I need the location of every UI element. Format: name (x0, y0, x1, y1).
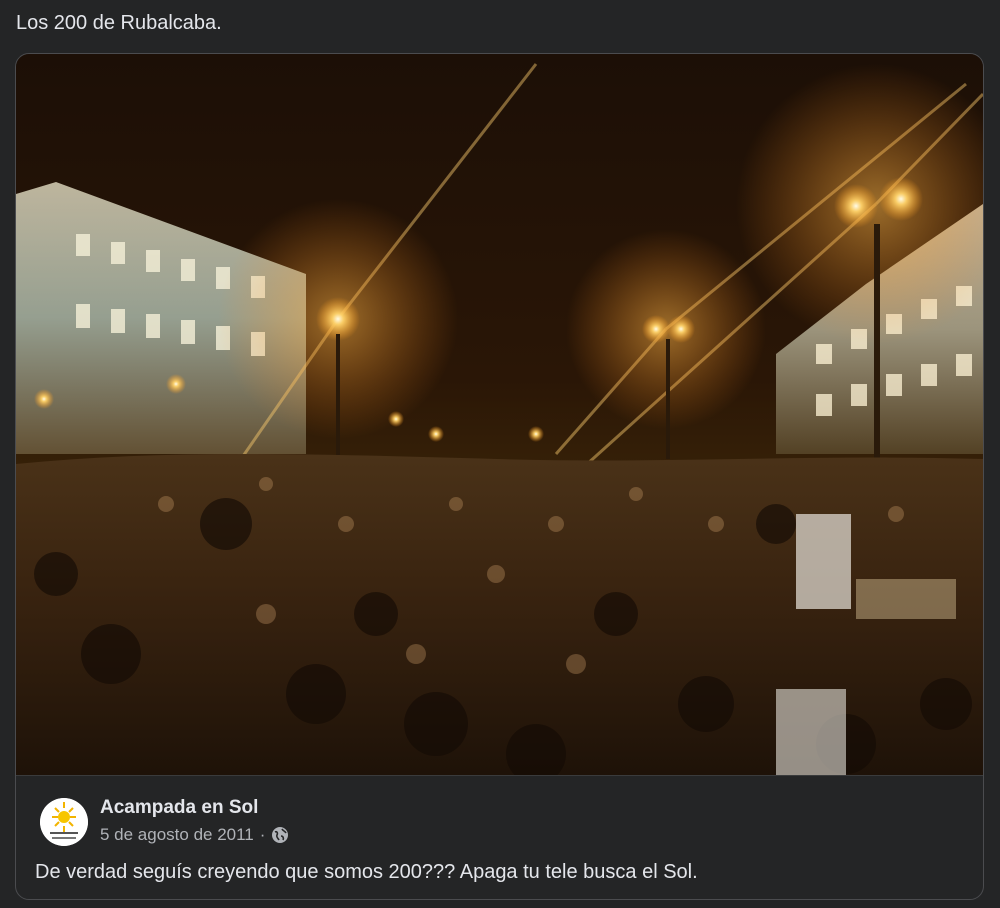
globe-icon (272, 827, 289, 843)
post-date[interactable]: 5 de agosto de 2011 (100, 824, 254, 846)
author-name[interactable]: Acampada en Sol (100, 796, 258, 820)
meta-separator: · (259, 825, 266, 844)
crowd-photo[interactable] (16, 54, 983, 775)
shared-post-text: De verdad seguís creyendo que somos 200?… (35, 861, 698, 883)
shared-post-footer: Acampada en Sol 5 de agosto de 2011 · De… (16, 775, 983, 899)
author-avatar[interactable] (40, 798, 88, 846)
sun-logo-icon (40, 798, 88, 846)
shared-post-card[interactable]: Acampada en Sol 5 de agosto de 2011 · De… (15, 53, 984, 900)
post-text: Los 200 de Rubalcaba. (16, 12, 222, 34)
post-meta: 5 de agosto de 2011 · (100, 824, 289, 846)
